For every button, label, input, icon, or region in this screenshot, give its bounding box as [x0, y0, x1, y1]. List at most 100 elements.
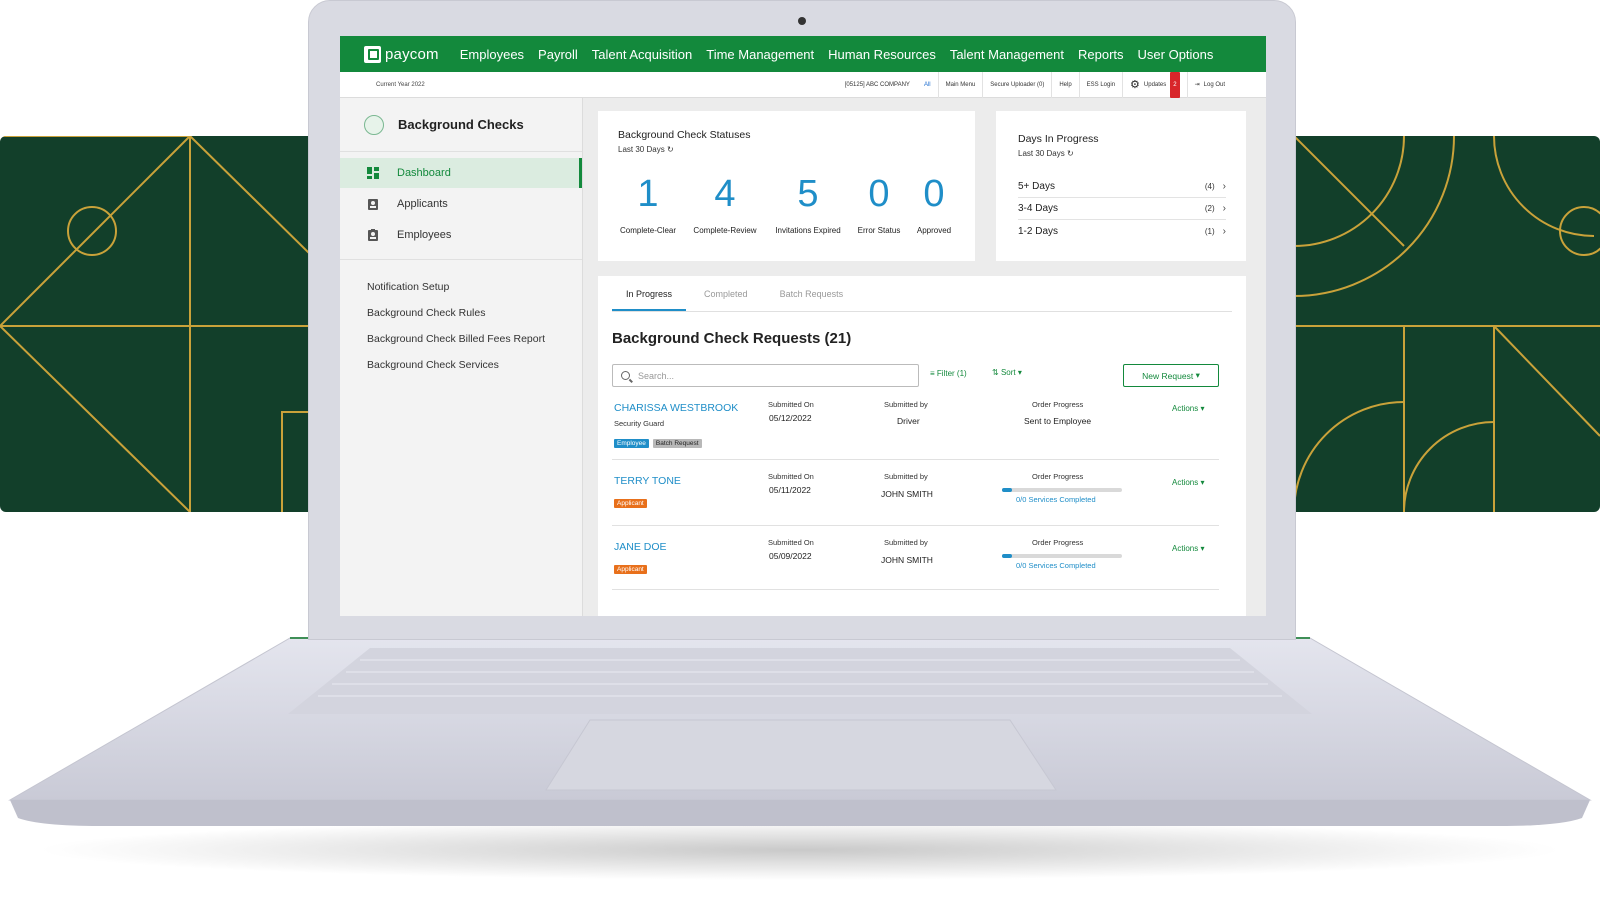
caret-down-icon: ▾	[1200, 478, 1205, 487]
days-row-5-plus[interactable]: 5+ Days (4) ›	[1018, 176, 1226, 198]
days-list: 5+ Days (4) › 3-4 Days (2) › 1-2 Days (1) ›	[1018, 176, 1226, 242]
table-row[interactable]: JANE DOE Applicant Submitted On 05/09/20…	[612, 526, 1219, 590]
sidebar-item-label: Dashboard	[397, 167, 451, 179]
filter-button[interactable]: ≡ Filter (1)	[930, 369, 967, 378]
stat-invitations-expired[interactable]: 5 Invitations Expired	[770, 173, 846, 235]
top-navigation: paycom Employees Payroll Talent Acquisit…	[340, 36, 1266, 72]
search-input[interactable]: Search...	[612, 364, 919, 387]
progress-text[interactable]: 0/0 Services Completed	[1016, 561, 1096, 570]
utility-bar: Current Year 2022 [05125] ABC COMPANY Al…	[340, 72, 1266, 98]
chevron-right-icon: ›	[1222, 225, 1226, 237]
secure-uploader-link[interactable]: Secure Uploader (0)	[982, 72, 1051, 98]
actions-label: Actions	[1172, 404, 1199, 413]
stat-value: 5	[797, 173, 819, 215]
sidebar-link-rules[interactable]: Background Check Rules	[340, 300, 582, 326]
help-link[interactable]: Help	[1051, 72, 1078, 98]
app-screen: paycom Employees Payroll Talent Acquisit…	[340, 36, 1266, 616]
logout-label: Log Out	[1203, 82, 1225, 88]
chevron-right-icon: ›	[1222, 203, 1226, 214]
stat-label: Approved	[916, 226, 952, 235]
stat-error-status[interactable]: 0 Error Status	[854, 173, 904, 235]
submitted-on-label: Submitted On	[768, 472, 814, 481]
stat-complete-review[interactable]: 4 Complete-Review	[690, 173, 760, 235]
progress-bar	[1002, 488, 1122, 492]
search-placeholder: Search...	[638, 370, 675, 381]
statuses-title: Background Check Statuses	[618, 129, 751, 141]
sidebar-item-employees[interactable]: Employees	[340, 220, 582, 250]
sort-icon: ⇅	[992, 368, 999, 377]
days-row-3-4[interactable]: 3-4 Days (2) ›	[1018, 198, 1226, 220]
caret-down-icon: ▾	[1017, 368, 1022, 377]
stat-value: 4	[714, 173, 736, 215]
paycom-logo[interactable]: paycom	[364, 45, 439, 63]
sidebar-item-applicants[interactable]: Applicants	[340, 189, 582, 219]
actions-dropdown[interactable]: Actions ▾	[1172, 544, 1204, 553]
stat-label: Complete-Review	[693, 226, 757, 235]
nav-talent-management[interactable]: Talent Management	[950, 47, 1064, 62]
actions-dropdown[interactable]: Actions ▾	[1172, 478, 1204, 487]
progress-text[interactable]: 0/0 Services Completed	[1016, 495, 1096, 504]
chevron-right-icon: ›	[1222, 181, 1226, 192]
actions-dropdown[interactable]: Actions ▾	[1172, 404, 1204, 413]
table-row[interactable]: TERRY TONE Applicant Submitted On 05/11/…	[612, 460, 1219, 526]
stat-label: Invitations Expired	[775, 226, 841, 235]
nav-reports[interactable]: Reports	[1078, 47, 1124, 62]
sidebar-link-services[interactable]: Background Check Services	[340, 352, 582, 378]
applicant-icon	[368, 199, 378, 210]
stat-approved[interactable]: 0 Approved	[912, 173, 956, 235]
days-count: (1)	[1204, 226, 1215, 236]
days-row-1-2[interactable]: 1-2 Days (1) ›	[1018, 220, 1226, 242]
sidebar-link-billed-fees-report[interactable]: Background Check Billed Fees Report	[340, 326, 582, 352]
all-link[interactable]: All	[917, 72, 938, 98]
days-label: 3-4 Days	[1018, 203, 1059, 214]
requests-title: Background Check Requests (21)	[612, 330, 852, 347]
updates-link[interactable]: ⚙ Updates 2	[1122, 72, 1187, 98]
ess-login-link[interactable]: ESS Login	[1078, 72, 1122, 98]
submitted-by-label: Submitted by	[884, 538, 928, 547]
nav-payroll[interactable]: Payroll	[538, 47, 578, 62]
submitted-by-value: JOHN SMITH	[881, 489, 933, 499]
stat-complete-clear[interactable]: 1 Complete-Clear	[618, 173, 678, 235]
nav-talent-acquisition[interactable]: Talent Acquisition	[592, 47, 692, 62]
row-tags: Applicant	[614, 492, 651, 510]
days-label: 5+ Days	[1018, 181, 1055, 192]
tab-in-progress[interactable]: In Progress	[612, 276, 687, 311]
tab-batch-requests[interactable]: Batch Requests	[766, 276, 858, 311]
period-label: Last 30 Days	[1018, 149, 1065, 158]
days-count: (4)	[1204, 182, 1215, 191]
new-request-button[interactable]: New Request ▾	[1123, 364, 1219, 387]
order-progress-label: Order Progress	[1032, 538, 1084, 547]
nav-user-options[interactable]: User Options	[1138, 47, 1214, 62]
sidebar-item-dashboard[interactable]: Dashboard	[340, 158, 582, 188]
requests-card: In Progress Completed Batch Requests Bac…	[598, 276, 1246, 616]
nav-employees[interactable]: Employees	[460, 47, 524, 62]
filter-icon: ≡	[930, 369, 935, 378]
statuses-card: Background Check Statuses Last 30 Days ↻…	[598, 111, 975, 261]
main-menu-link[interactable]: Main Menu	[937, 72, 983, 98]
sort-button[interactable]: ⇅ Sort ▾	[992, 368, 1022, 377]
person-name[interactable]: TERRY TONE	[614, 475, 681, 487]
sidebar-item-label: Employees	[397, 229, 452, 241]
dashboard-icon	[367, 167, 379, 179]
person-name[interactable]: JANE DOE	[614, 541, 667, 553]
days-count: (2)	[1204, 204, 1215, 213]
nav-time-management[interactable]: Time Management	[706, 47, 814, 62]
logo-text: paycom	[385, 45, 439, 63]
nav-human-resources[interactable]: Human Resources	[828, 47, 936, 62]
status-badge: Batch Request	[652, 439, 702, 448]
person-name[interactable]: CHARISSA WESTBROOK	[614, 402, 738, 414]
order-progress-label: Order Progress	[1032, 472, 1084, 481]
days-in-progress-card: Days In Progress Last 30 Days ↻ 5+ Days …	[996, 111, 1246, 261]
company-selector[interactable]: [05125] ABC COMPANY	[838, 72, 917, 98]
tab-completed[interactable]: Completed	[690, 276, 762, 311]
search-icon	[621, 371, 630, 380]
statuses-period: Last 30 Days ↻	[618, 145, 975, 154]
refresh-icon[interactable]: ↻	[1067, 149, 1074, 158]
logout-link[interactable]: ⇥ Log Out	[1186, 72, 1232, 98]
sidebar-link-notification-setup[interactable]: Notification Setup	[340, 274, 582, 300]
period-label: Last 30 Days	[618, 145, 665, 154]
status-badge: Employee	[614, 439, 649, 448]
refresh-icon[interactable]: ↻	[667, 145, 674, 154]
request-tabs: In Progress Completed Batch Requests	[612, 276, 1232, 312]
table-row[interactable]: CHARISSA WESTBROOK Security Guard Employ…	[612, 394, 1219, 460]
